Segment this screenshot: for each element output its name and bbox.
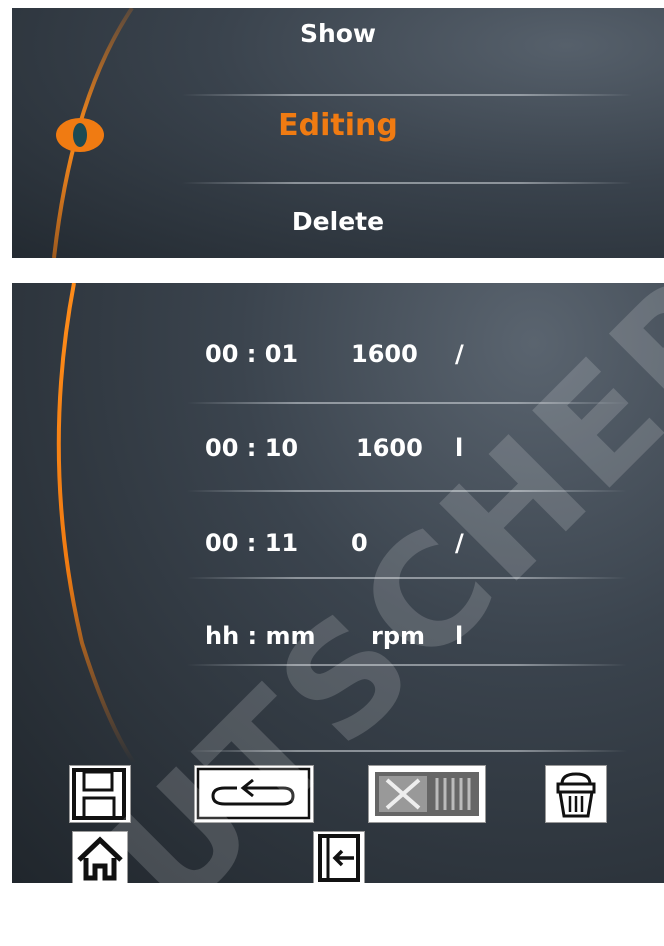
exit-button[interactable]: [313, 831, 365, 883]
home-icon: [77, 836, 123, 881]
row-speed: 1600: [351, 340, 418, 368]
menu-panel: Show Editing Delete: [12, 8, 664, 258]
cancel-button[interactable]: [368, 765, 486, 823]
row-time: 00 : 11: [205, 529, 299, 557]
program-row[interactable]: 00 : 10 1600 l: [205, 433, 505, 463]
row-speed: 0: [351, 529, 368, 557]
menu-separator: [182, 182, 632, 184]
menu-item-show[interactable]: Show: [12, 19, 664, 49]
save-icon: [72, 768, 126, 820]
row-time: 00 : 10: [205, 434, 299, 462]
row-speed: 1600: [356, 434, 423, 462]
header-time: hh : mm: [205, 622, 316, 650]
return-button[interactable]: [194, 765, 314, 823]
delete-button[interactable]: [545, 765, 607, 823]
row-mode: l: [455, 434, 464, 462]
program-panel: 00 : 01 1600 / 00 : 10 1600 l 00 : 11 0 …: [12, 283, 664, 883]
menu-item-editing[interactable]: Editing: [12, 108, 664, 144]
row-separator: [187, 490, 627, 492]
save-button[interactable]: [69, 765, 131, 823]
row-mode: /: [455, 529, 464, 557]
row-separator: [187, 750, 627, 752]
menu-separator: [182, 94, 632, 96]
header-speed: rpm: [371, 622, 426, 650]
row-time: 00 : 01: [205, 340, 299, 368]
return-icon: [196, 767, 311, 820]
cancel-icon: [375, 772, 479, 816]
column-header-row: hh : mm rpm l: [205, 621, 505, 651]
program-row[interactable]: 00 : 01 1600 /: [205, 339, 505, 369]
row-separator: [187, 577, 627, 579]
exit-icon: [318, 834, 360, 882]
program-row[interactable]: 00 : 11 0 /: [205, 528, 505, 558]
menu-item-delete[interactable]: Delete: [12, 207, 664, 237]
row-separator: [187, 402, 627, 404]
delete-icon: [556, 772, 596, 818]
home-button[interactable]: [72, 831, 128, 883]
header-mode: l: [455, 622, 464, 650]
row-mode: /: [455, 340, 464, 368]
row-separator: [187, 664, 627, 666]
